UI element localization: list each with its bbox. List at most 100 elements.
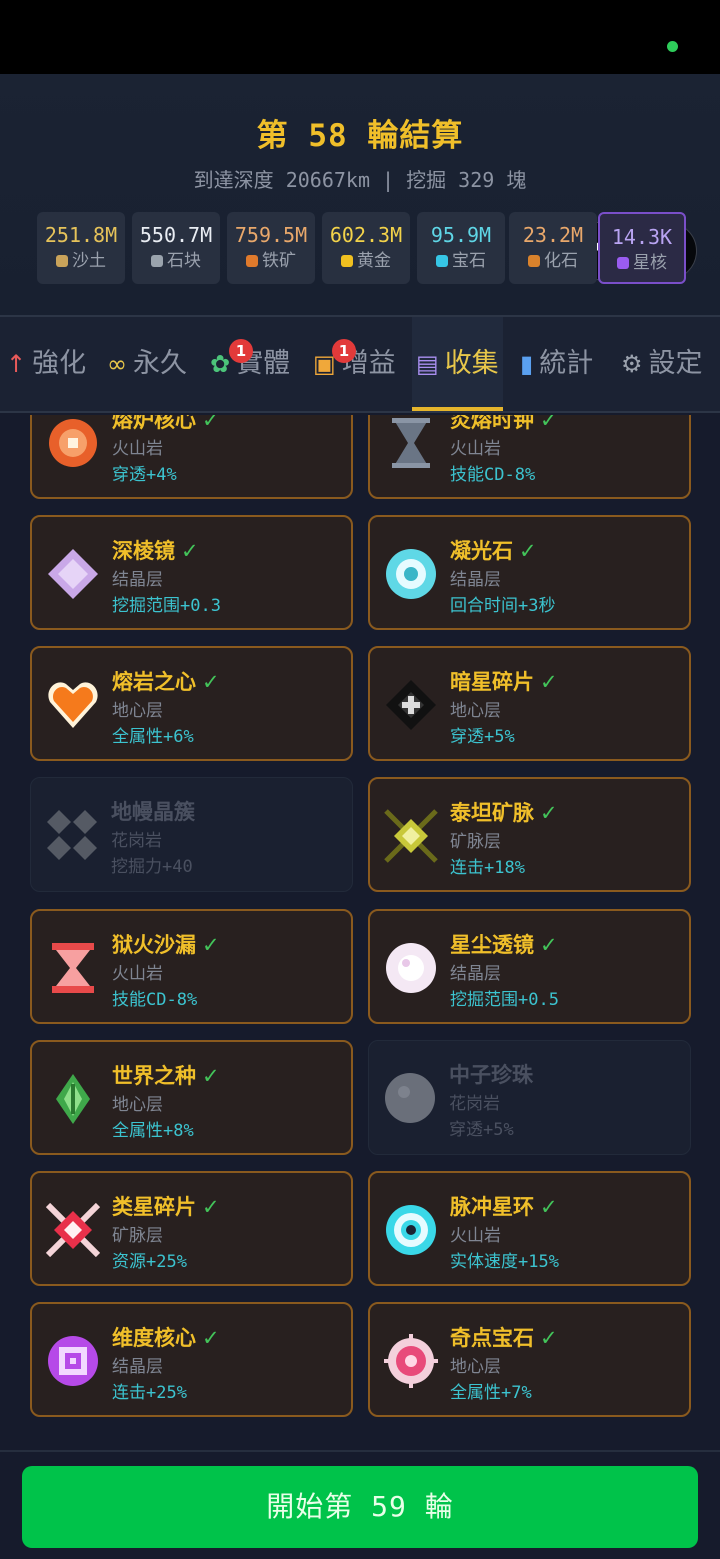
item-effect: 实体速度+15% [450, 1252, 559, 1272]
titan-vein-icon [384, 809, 438, 863]
item-layer: 火山岩 [450, 439, 501, 459]
item-name: 世界之种 ✓ [112, 1064, 220, 1088]
collection-card[interactable]: 炎熔时钟 ✓ 火山岩 技能CD-8% [368, 415, 691, 499]
item-name: 深棱镜 ✓ [112, 539, 199, 563]
resource-iron: 759.5M 铁矿 [227, 212, 315, 284]
collection-card[interactable]: 熔岩之心 ✓ 地心层 全属性+6% [30, 646, 353, 761]
collection-card[interactable]: 凝光石 ✓ 结晶层 回合时间+3秒 [368, 515, 691, 630]
infinity-icon: ∞ [107, 350, 127, 378]
arrow-up-icon: ↑ [6, 350, 27, 378]
item-layer: 结晶层 [112, 570, 163, 590]
tab-entity[interactable]: ✿ 實體 [210, 317, 290, 411]
item-layer: 火山岩 [112, 964, 163, 984]
buff-badge: 1 [332, 339, 356, 363]
check-icon: ✓ [540, 1195, 558, 1219]
status-bar [0, 0, 720, 74]
collection-card[interactable]: 狱火沙漏 ✓ 火山岩 技能CD-8% [30, 909, 353, 1024]
resource-value: 759.5M [234, 223, 308, 247]
collection-grid[interactable]: 熔炉核心 ✓ 火山岩 穿透+4% 炎熔时钟 ✓ 火山岩 技能CD-8% 深棱镜 ✓ 结… [0, 415, 720, 1450]
check-icon: ✓ [540, 801, 558, 825]
resource-label: 星核 [633, 253, 667, 273]
resource-value: 251.8M [44, 223, 118, 247]
book-icon: ▤ [416, 350, 439, 378]
collection-card[interactable]: 深棱镜 ✓ 结晶层 挖掘范围+0.3 [30, 515, 353, 630]
resource-label: 铁矿 [262, 251, 296, 271]
resource-fossil: 23.2M 化石 [509, 212, 597, 284]
resource-gold: 602.3M 黄金 [322, 212, 410, 284]
collection-card[interactable]: 熔炉核心 ✓ 火山岩 穿透+4% [30, 415, 353, 499]
check-icon: ✓ [181, 539, 199, 563]
item-effect: 技能CD-8% [450, 465, 536, 485]
item-effect: 穿透+4% [112, 465, 177, 485]
check-icon: ✓ [540, 1326, 558, 1350]
item-layer: 地心层 [112, 1095, 163, 1115]
gold-icon [341, 255, 353, 267]
resource-stone: 550.7M 石块 [132, 212, 220, 284]
iron-ore-icon [246, 255, 258, 267]
tab-stats[interactable]: ▮ 統計 [520, 317, 593, 411]
stone-icon [151, 255, 163, 267]
resource-starcore: 14.3K 星核 [598, 212, 686, 284]
item-layer: 地心层 [112, 701, 163, 721]
status-indicator-dot [667, 41, 678, 52]
collection-card[interactable]: 维度核心 ✓ 结晶层 连击+25% [30, 1302, 353, 1417]
tab-label: 統計 [539, 348, 594, 379]
tab-collection[interactable]: ▤ 收集 [412, 317, 503, 411]
pulsar-ring-icon [386, 1205, 436, 1255]
check-icon: ✓ [202, 415, 220, 432]
tab-label: 永久 [133, 348, 187, 379]
resource-row: 251.8M 沙土 550.7M 石块 759.5M 铁矿 602.3M 黄金 … [0, 212, 720, 286]
entity-badge: 1 [229, 339, 253, 363]
item-name: 凝光石 ✓ [450, 539, 537, 563]
gear-flower-icon: ✿ [210, 350, 231, 378]
tab-upgrade[interactable]: ↑ 強化 [6, 317, 86, 411]
collection-card[interactable]: 脉冲星环 ✓ 火山岩 实体速度+15% [368, 1171, 691, 1286]
quasar-shard-icon [46, 1203, 100, 1257]
dimension-core-icon [48, 1336, 98, 1386]
item-effect: 连击+18% [450, 858, 525, 878]
dark-star-icon [386, 680, 436, 730]
item-name: 中子珍珠✓ [449, 1063, 533, 1087]
tab-permanent[interactable]: ∞ 永久 [107, 317, 187, 411]
item-effect: 全属性+7% [450, 1383, 532, 1403]
bar-chart-icon: ▮ [520, 350, 534, 378]
collection-card[interactable]: 奇点宝石 ✓ 地心层 全属性+7% [368, 1302, 691, 1417]
collection-card-locked[interactable]: 地幔晶簇✓ 花岗岩 挖掘力+40 [30, 777, 353, 892]
heart-icon [48, 682, 98, 728]
round-subtitle: 到達深度 20667km | 挖掘 329 塊 [193, 168, 527, 192]
gem-icon [436, 255, 448, 267]
furnace-core-icon [49, 419, 97, 467]
resource-gem: 95.9M 宝石 [417, 212, 505, 284]
resource-label: 黄金 [357, 251, 391, 271]
seed-icon [56, 1074, 90, 1124]
tab-label: 收集 [444, 348, 499, 379]
collection-card[interactable]: 世界之种 ✓ 地心层 全属性+8% [30, 1040, 353, 1155]
tab-buff[interactable]: ▣ 增益 [313, 317, 396, 411]
item-layer: 火山岩 [450, 1226, 501, 1246]
item-name: 狱火沙漏 ✓ [112, 933, 220, 957]
check-icon: ✓ [540, 933, 558, 957]
collection-card[interactable]: 暗星碎片 ✓ 地心层 穿透+5% [368, 646, 691, 761]
singularity-gem-icon [384, 1334, 438, 1388]
collection-card[interactable]: 星尘透镜 ✓ 结晶层 挖掘范围+0.5 [368, 909, 691, 1024]
item-name: 泰坦矿脉 ✓ [450, 801, 558, 825]
item-name: 地幔晶簇✓ [111, 800, 195, 824]
hellfire-hourglass-icon [52, 943, 94, 993]
item-effect: 穿透+5% [449, 1120, 514, 1140]
collection-card-locked[interactable]: 中子珍珠✓ 花岗岩 穿透+5% [368, 1040, 691, 1155]
item-layer: 结晶层 [450, 964, 501, 984]
item-effect: 挖掘范围+0.3 [112, 596, 221, 616]
item-name: 维度核心 ✓ [112, 1326, 220, 1350]
resource-label: 沙土 [72, 251, 106, 271]
check-icon: ✓ [540, 415, 558, 432]
collection-card[interactable]: 类星碎片 ✓ 矿脉层 资源+25% [30, 1171, 353, 1286]
hourglass-icon [392, 418, 430, 468]
item-effect: 回合时间+3秒 [450, 596, 556, 616]
item-name: 脉冲星环 ✓ [450, 1195, 558, 1219]
collection-card[interactable]: 泰坦矿脉 ✓ 矿脉层 连击+18% [368, 777, 691, 892]
start-next-round-button[interactable]: 開始第 59 輪 [22, 1466, 698, 1548]
tab-settings[interactable]: ⚙ 設定 [621, 317, 703, 411]
fossil-icon [528, 255, 540, 267]
check-icon: ✓ [540, 670, 558, 694]
item-effect: 技能CD-8% [112, 990, 198, 1010]
